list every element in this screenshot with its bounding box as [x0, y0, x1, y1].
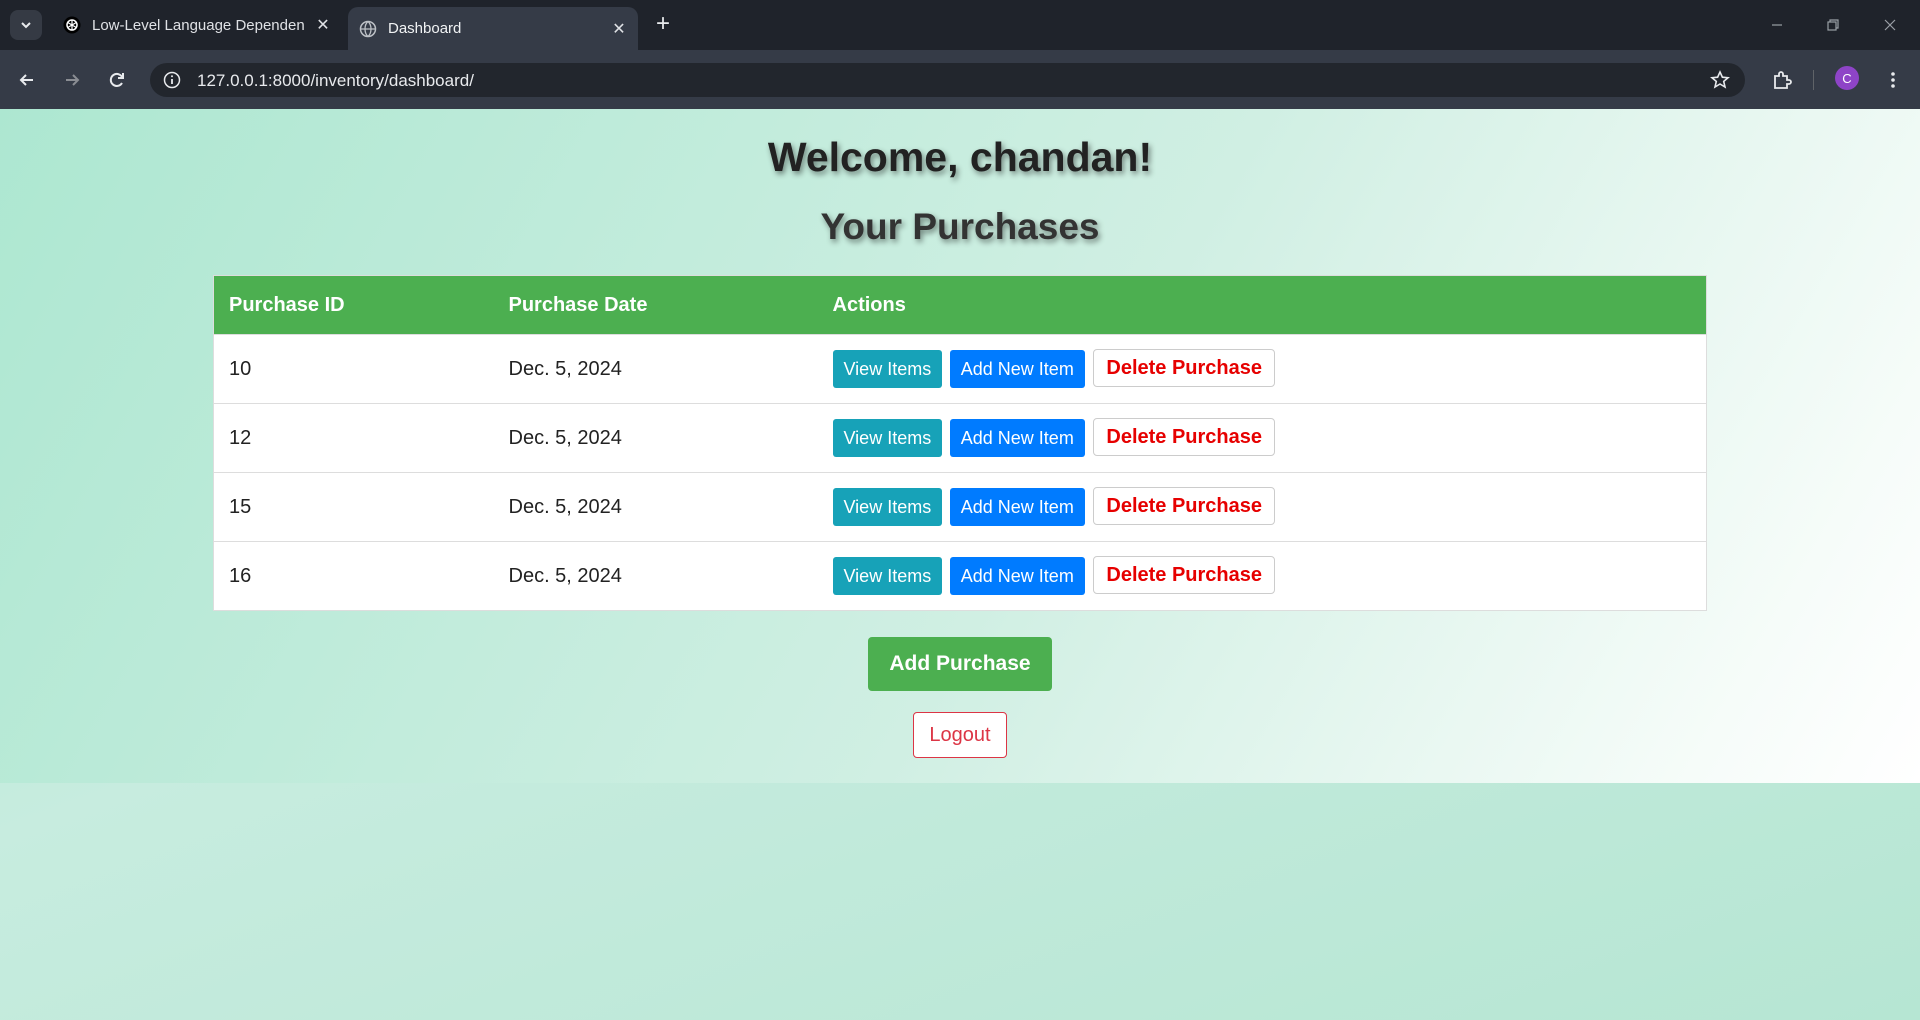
add-new-item-button[interactable]: Add New Item: [949, 350, 1085, 388]
view-items-button[interactable]: View Items: [832, 488, 943, 526]
add-new-item-button[interactable]: Add New Item: [949, 419, 1085, 457]
close-icon[interactable]: ✕: [310, 12, 336, 38]
toolbar-divider: [1813, 70, 1814, 90]
purchase-id-cell: 10: [213, 334, 494, 404]
chevron-down-icon: [21, 22, 31, 29]
purchase-id-cell: 12: [213, 403, 494, 473]
table-row: 12 Dec. 5, 2024 View Items Add New Item …: [213, 403, 1707, 473]
actions-cell: View Items Add New Item Delete Purchase: [817, 334, 1707, 404]
delete-purchase-button[interactable]: Delete Purchase: [1093, 487, 1276, 525]
address-bar[interactable]: 127.0.0.1:8000/inventory/dashboard/: [150, 63, 1745, 97]
add-purchase-button[interactable]: Add Purchase: [868, 637, 1052, 691]
purchase-date-cell: Dec. 5, 2024: [493, 334, 818, 404]
header-purchase-id: Purchase ID: [213, 275, 494, 335]
welcome-heading: Welcome, chandan!: [767, 134, 1153, 180]
close-icon: [1884, 19, 1896, 31]
minimize-icon: [1772, 24, 1782, 26]
tab-dashboard[interactable]: Dashboard ✕: [348, 7, 638, 50]
table-row: 15 Dec. 5, 2024 View Items Add New Item …: [213, 472, 1707, 542]
delete-purchase-button[interactable]: Delete Purchase: [1093, 556, 1276, 594]
purchase-id-cell: 15: [213, 472, 494, 542]
actions-cell: View Items Add New Item Delete Purchase: [817, 472, 1707, 542]
browser-menu-button[interactable]: [1877, 64, 1909, 96]
restore-icon: [1827, 19, 1839, 31]
arrow-right-icon: [66, 74, 80, 86]
logout-button[interactable]: Logout: [913, 712, 1007, 758]
globe-icon: [358, 19, 378, 39]
tab-search-button[interactable]: [10, 10, 42, 40]
close-window-button[interactable]: [1870, 10, 1910, 40]
purchase-date-cell: Dec. 5, 2024: [493, 541, 818, 611]
tab-title: Dashboard: [388, 20, 462, 37]
header-purchase-date: Purchase Date: [493, 275, 818, 335]
more-vertical-icon: [1891, 72, 1895, 88]
tab-title: Low-Level Language Dependen: [92, 16, 305, 34]
actions-cell: View Items Add New Item Delete Purchase: [817, 541, 1707, 611]
browser-toolbar: 127.0.0.1:8000/inventory/dashboard/: [0, 50, 1920, 109]
profile-avatar[interactable]: C: [1835, 66, 1859, 90]
purchase-id-cell: 16: [213, 541, 494, 611]
close-icon[interactable]: ✕: [606, 16, 632, 42]
delete-purchase-button[interactable]: Delete Purchase: [1093, 418, 1276, 456]
header-actions: Actions: [817, 275, 1707, 335]
table-header-row: Purchase ID Purchase Date Actions: [213, 275, 1707, 335]
dashboard-container: Welcome, chandan! Your Purchases Purchas…: [0, 109, 1920, 783]
minimize-button[interactable]: [1757, 10, 1797, 40]
purchase-date-cell: Dec. 5, 2024: [493, 403, 818, 473]
browser-tab-strip: Low-Level Language Dependen ✕ Dashboard …: [0, 0, 1920, 50]
info-icon[interactable]: [162, 70, 182, 90]
back-button[interactable]: [11, 64, 43, 96]
table-row: 10 Dec. 5, 2024 View Items Add New Item …: [213, 334, 1707, 404]
table-row: 16 Dec. 5, 2024 View Items Add New Item …: [213, 541, 1707, 611]
url-text: 127.0.0.1:8000/inventory/dashboard/: [197, 71, 474, 90]
bookmark-star-icon[interactable]: [1709, 69, 1731, 91]
view-items-button[interactable]: View Items: [832, 419, 943, 457]
new-tab-button[interactable]: +: [650, 12, 676, 38]
add-new-item-button[interactable]: Add New Item: [949, 488, 1085, 526]
view-items-button[interactable]: View Items: [832, 557, 943, 595]
tab-low-level-language[interactable]: Low-Level Language Dependen ✕: [52, 7, 342, 43]
reload-button[interactable]: [101, 64, 133, 96]
openai-icon: [62, 15, 82, 35]
purchases-heading: Your Purchases: [820, 206, 1100, 247]
view-items-button[interactable]: View Items: [832, 350, 943, 388]
page-viewport: Welcome, chandan! Your Purchases Purchas…: [0, 109, 1920, 1020]
actions-cell: View Items Add New Item Delete Purchase: [817, 403, 1707, 473]
reload-icon: [109, 72, 124, 87]
forward-button[interactable]: [56, 64, 88, 96]
purchases-table: Purchase ID Purchase Date Actions 10 Dec…: [213, 275, 1707, 611]
add-new-item-button[interactable]: Add New Item: [949, 557, 1085, 595]
arrow-left-icon: [19, 74, 33, 86]
restore-button[interactable]: [1813, 10, 1853, 40]
puzzle-icon: [1774, 71, 1792, 89]
extensions-button[interactable]: [1766, 64, 1798, 96]
delete-purchase-button[interactable]: Delete Purchase: [1093, 349, 1276, 387]
purchase-date-cell: Dec. 5, 2024: [493, 472, 818, 542]
